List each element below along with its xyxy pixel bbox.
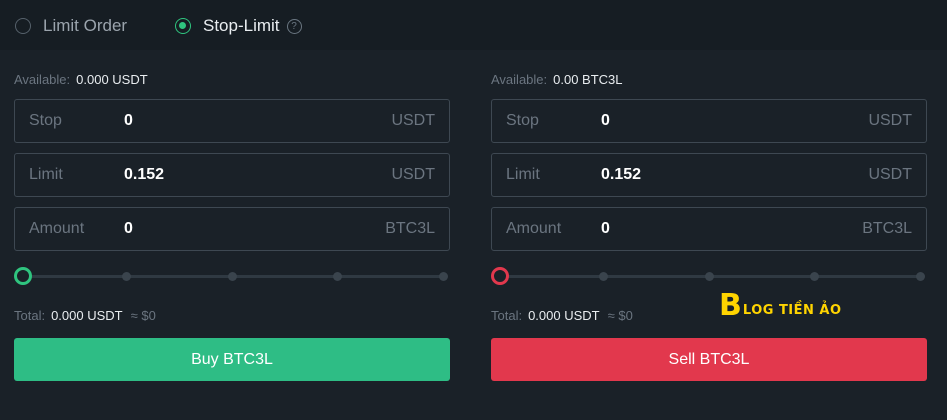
sell-panel: Available: 0.00 BTC3L Stop 0 USDT Limit 0… — [491, 50, 927, 420]
buy-total-label: Total: — [14, 308, 46, 323]
help-icon[interactable]: ? — [286, 18, 302, 34]
buy-amount-unit: BTC3L — [385, 220, 435, 237]
buy-slider-step-50[interactable] — [228, 272, 237, 281]
buy-slider-step-75[interactable] — [333, 272, 342, 281]
sell-available-value: 0.00 BTC3L — [553, 72, 623, 87]
order-type-bar: Limit Order Stop-Limit ? — [0, 0, 947, 50]
stop-limit-radio[interactable] — [175, 18, 191, 34]
limit-order-label: Limit Order — [43, 16, 128, 35]
stop-limit-option[interactable]: Stop-Limit ? — [175, 15, 302, 37]
buy-slider-step-25[interactable] — [122, 272, 131, 281]
sell-limit-unit: USDT — [868, 166, 912, 183]
buy-stop-label: Stop — [29, 112, 62, 129]
buy-slider-handle[interactable] — [14, 267, 32, 285]
buy-slider-step-100[interactable] — [439, 272, 448, 281]
blog-watermark: B LOG TIỀN ẢO — [719, 289, 842, 323]
buy-amount-slider[interactable] — [14, 266, 450, 286]
limit-order-option[interactable]: Limit Order — [15, 15, 127, 37]
limit-order-radio[interactable] — [15, 18, 31, 34]
sell-stop-input[interactable]: 0 — [601, 112, 610, 130]
sell-total-label: Total: — [491, 308, 523, 323]
sell-amount-input[interactable]: 0 — [601, 220, 610, 238]
sell-amount-slider[interactable] — [491, 266, 927, 286]
sell-slider-step-25[interactable] — [599, 272, 608, 281]
sell-button[interactable]: Sell BTC3L — [491, 338, 927, 381]
sell-total-approx: ≈ $0 — [607, 308, 633, 323]
buy-stop-unit: USDT — [391, 112, 435, 129]
buy-limit-field[interactable]: Limit 0.152 USDT — [14, 153, 450, 197]
buy-total: Total: 0.000 USDT ≈ $0 — [14, 308, 156, 323]
sell-slider-step-100[interactable] — [916, 272, 925, 281]
buy-stop-input[interactable]: 0 — [124, 112, 133, 130]
sell-available-label: Available: — [491, 72, 548, 87]
buy-amount-field[interactable]: Amount 0 BTC3L — [14, 207, 450, 251]
sell-available: Available: 0.00 BTC3L — [491, 72, 623, 87]
buy-limit-input[interactable]: 0.152 — [124, 166, 164, 184]
buy-amount-input[interactable]: 0 — [124, 220, 133, 238]
sell-stop-unit: USDT — [868, 112, 912, 129]
buy-stop-field[interactable]: Stop 0 USDT — [14, 99, 450, 143]
sell-total: Total: 0.000 USDT ≈ $0 — [491, 308, 633, 323]
buy-total-approx: ≈ $0 — [130, 308, 156, 323]
buy-button[interactable]: Buy BTC3L — [14, 338, 450, 381]
sell-stop-field[interactable]: Stop 0 USDT — [491, 99, 927, 143]
buy-limit-label: Limit — [29, 166, 63, 183]
sell-limit-label: Limit — [506, 166, 540, 183]
sell-stop-label: Stop — [506, 112, 539, 129]
buy-total-value: 0.000 USDT — [51, 308, 123, 323]
sell-slider-handle[interactable] — [491, 267, 509, 285]
buy-limit-unit: USDT — [391, 166, 435, 183]
sell-amount-unit: BTC3L — [862, 220, 912, 237]
watermark-text: LOG TIỀN ẢO — [742, 302, 842, 318]
sell-amount-field[interactable]: Amount 0 BTC3L — [491, 207, 927, 251]
watermark-bitcoin-letter: B — [719, 288, 742, 323]
stop-limit-label: Stop-Limit — [203, 16, 280, 35]
buy-available-label: Available: — [14, 72, 71, 87]
sell-slider-step-75[interactable] — [810, 272, 819, 281]
sell-limit-input[interactable]: 0.152 — [601, 166, 641, 184]
sell-limit-field[interactable]: Limit 0.152 USDT — [491, 153, 927, 197]
sell-slider-step-50[interactable] — [705, 272, 714, 281]
sell-amount-label: Amount — [506, 220, 562, 237]
buy-available: Available: 0.000 USDT — [14, 72, 148, 87]
sell-total-value: 0.000 USDT — [528, 308, 600, 323]
buy-available-value: 0.000 USDT — [76, 72, 148, 87]
buy-panel: Available: 0.000 USDT Stop 0 USDT Limit 0… — [14, 50, 450, 420]
buy-amount-label: Amount — [29, 220, 85, 237]
